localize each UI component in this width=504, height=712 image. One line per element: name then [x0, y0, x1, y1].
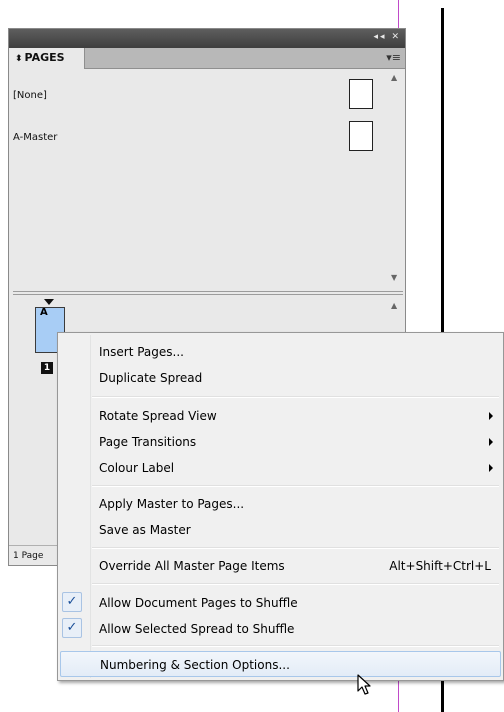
- master-thumbnail[interactable]: [349, 79, 373, 109]
- master-label: A-Master: [13, 132, 58, 143]
- panel-window-controls[interactable]: ◂◂ ✕: [374, 32, 401, 42]
- panel-section-divider[interactable]: [13, 291, 403, 295]
- menu-item-override-master-items[interactable]: Override All Master Page Items Alt+Shift…: [60, 554, 501, 578]
- menu-item-shortcut: Alt+Shift+Ctrl+L: [389, 559, 491, 573]
- menu-item-allow-spread-shuffle[interactable]: ✓ Allow Selected Spread to Shuffle: [60, 617, 501, 641]
- page-master-prefix: A: [40, 307, 48, 318]
- master-item-a-master[interactable]: A-Master: [9, 121, 387, 153]
- menu-item-label: Allow Document Pages to Shuffle: [99, 596, 298, 610]
- menu-separator: [92, 547, 499, 549]
- close-icon[interactable]: ✕: [391, 32, 401, 42]
- menu-item-label: Allow Selected Spread to Shuffle: [99, 622, 295, 636]
- menu-separator: [92, 645, 499, 647]
- panel-tabstrip: ⬍ PAGES ▾≡: [9, 48, 405, 69]
- collapse-icon[interactable]: ◂◂: [374, 32, 387, 42]
- menu-item-allow-document-shuffle[interactable]: ✓ Allow Document Pages to Shuffle: [60, 591, 501, 615]
- submenu-arrow-icon: [489, 438, 493, 446]
- menu-item-label: Duplicate Spread: [99, 371, 203, 385]
- page-number: 1: [41, 362, 53, 374]
- masters-scrollbar[interactable]: ▲ ▼: [387, 69, 405, 287]
- menu-item-label: Numbering & Section Options...: [100, 658, 290, 672]
- menu-item-insert-pages[interactable]: Insert Pages...: [60, 340, 501, 364]
- menu-item-duplicate-spread[interactable]: Duplicate Spread: [60, 366, 501, 390]
- menu-separator: [92, 396, 499, 398]
- scroll-up-icon[interactable]: ▲: [391, 73, 397, 82]
- menu-item-save-as-master[interactable]: Save as Master: [60, 518, 501, 542]
- pages-context-menu: Insert Pages... Duplicate Spread Rotate …: [57, 332, 504, 681]
- tab-pages-label: PAGES: [24, 51, 65, 64]
- tab-pages[interactable]: ⬍ PAGES: [9, 48, 85, 69]
- current-page-marker-icon: [44, 299, 54, 305]
- menu-item-label: Page Transitions: [99, 435, 197, 449]
- panel-menu-icon[interactable]: ▾≡: [386, 51, 401, 64]
- menu-item-numbering-section-options[interactable]: Numbering & Section Options...: [60, 651, 501, 677]
- mouse-pointer-icon: [357, 674, 371, 695]
- double-arrow-icon: ⬍: [15, 54, 23, 64]
- menu-item-label: Save as Master: [99, 523, 191, 537]
- master-item-none[interactable]: [None]: [9, 79, 387, 111]
- menu-item-label: Apply Master to Pages...: [99, 497, 245, 511]
- menu-item-rotate-spread-view[interactable]: Rotate Spread View: [60, 404, 501, 428]
- submenu-arrow-icon: [489, 464, 493, 472]
- submenu-arrow-icon: [489, 412, 493, 420]
- checkmark-icon: ✓: [62, 592, 82, 612]
- masters-section: [None] A-Master: [9, 69, 387, 287]
- menu-item-label: Colour Label: [99, 461, 175, 475]
- master-label: [None]: [13, 90, 47, 101]
- menu-separator: [92, 485, 499, 487]
- menu-item-page-transitions[interactable]: Page Transitions: [60, 430, 501, 454]
- menu-item-label: Insert Pages...: [99, 345, 184, 359]
- master-thumbnail[interactable]: [349, 121, 373, 151]
- menu-item-apply-master[interactable]: Apply Master to Pages...: [60, 492, 501, 516]
- scroll-down-icon[interactable]: ▼: [391, 273, 397, 282]
- checkmark-icon: ✓: [62, 618, 82, 638]
- page-count-status: 1 Page: [13, 551, 44, 561]
- menu-item-label: Rotate Spread View: [99, 409, 217, 423]
- menu-item-colour-label[interactable]: Colour Label: [60, 456, 501, 480]
- panel-titlebar[interactable]: ◂◂ ✕: [9, 29, 405, 48]
- menu-separator: [92, 583, 499, 585]
- scroll-up-icon[interactable]: ▲: [391, 301, 397, 310]
- menu-item-label: Override All Master Page Items: [99, 559, 285, 573]
